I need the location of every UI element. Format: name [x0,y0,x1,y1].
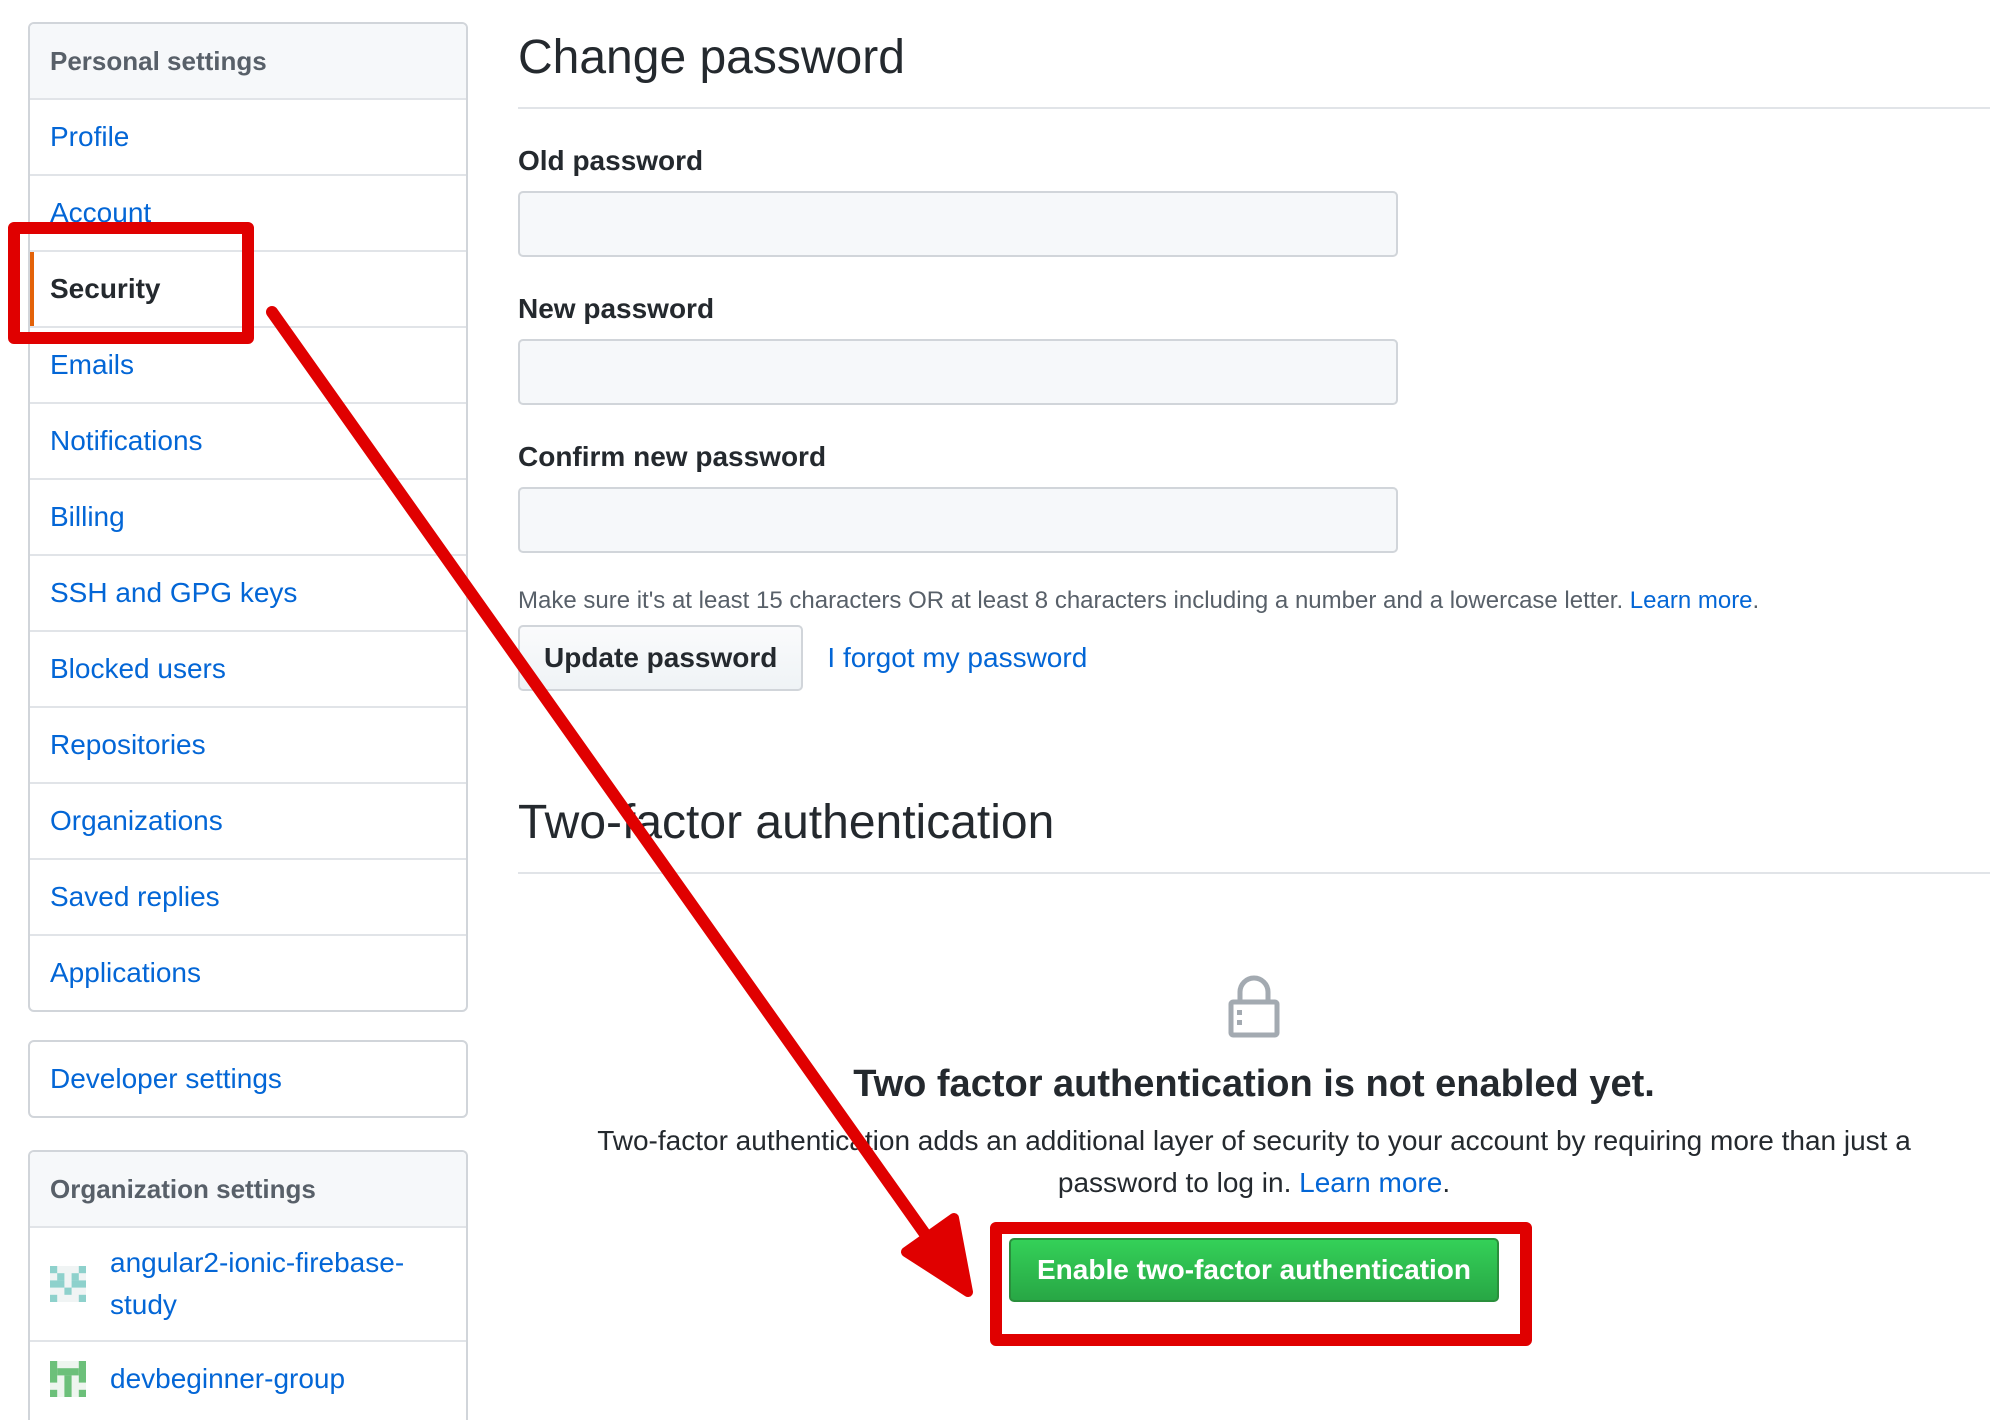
two-factor-title: Two-factor authentication [518,765,1990,874]
sidebar-item-billing[interactable]: Billing [30,480,466,556]
two-factor-blankslate: Two factor authentication is not enabled… [518,974,1990,1302]
old-password-input[interactable] [518,191,1398,257]
old-password-label: Old password [518,145,704,176]
sidebar-item-emails[interactable]: Emails [30,328,466,404]
org-label: devbeginner-group [110,1363,346,1394]
sidebar-item-applications[interactable]: Applications [30,936,466,1010]
password-requirements-note: Make sure it's at least 15 characters OR… [518,587,1990,615]
sidebar-item-account[interactable]: Account [30,176,466,252]
new-password-label: New password [518,293,715,324]
confirm-password-label: Confirm new password [518,441,827,472]
sidebar-item-repositories[interactable]: Repositories [30,708,466,784]
personal-settings-heading: Personal settings [30,24,466,100]
sidebar-item-organizations[interactable]: Organizations [30,784,466,860]
sidebar-item-saved-replies[interactable]: Saved replies [30,860,466,936]
confirm-password-input[interactable] [518,487,1398,553]
org-item-angular2-ionic-firebase-study[interactable]: angular2-ionic-firebase-study [30,1228,466,1342]
sidebar-item-security[interactable]: Security [30,252,466,328]
sidebar-item-profile[interactable]: Profile [30,100,466,176]
enable-two-factor-button[interactable]: Enable two-factor authentication [1008,1238,1500,1302]
org-item-devbeginner-group[interactable]: devbeginner-group [30,1342,466,1416]
password-learn-more-link[interactable]: Learn more [1630,587,1753,614]
org-avatar-identicon [50,1361,86,1397]
sidebar-item-developer-settings[interactable]: Developer settings [30,1042,466,1116]
lock-icon [1228,974,1280,1043]
two-factor-description-text: Two-factor authentication adds an additi… [597,1125,1911,1198]
forgot-password-link[interactable]: I forgot my password [827,642,1087,674]
period: . [1752,587,1760,614]
sidebar-item-ssh-gpg-keys[interactable]: SSH and GPG keys [30,556,466,632]
two-factor-learn-more-link[interactable]: Learn more [1299,1167,1442,1198]
sidebar-item-notifications[interactable]: Notifications [30,404,466,480]
two-factor-status-heading: Two factor authentication is not enabled… [853,1063,1655,1105]
org-avatar-identicon [50,1266,86,1302]
sidebar-item-blocked-users[interactable]: Blocked users [30,632,466,708]
organization-settings-menu: Organization settings angular2-ionic-fir… [28,1150,468,1420]
developer-settings-menu: Developer settings [28,1040,468,1118]
password-actions: Update password I forgot my password [518,625,1990,691]
org-label: angular2-ionic-firebase-study [110,1247,405,1320]
security-settings-main: Change password Old password New passwor… [518,0,1990,1302]
new-password-input[interactable] [518,339,1398,405]
change-password-title: Change password [518,0,1990,109]
password-requirements-text: Make sure it's at least 15 characters OR… [518,587,1624,614]
two-factor-description: Two-factor authentication adds an additi… [589,1120,1919,1204]
update-password-button[interactable]: Update password [518,625,804,691]
period: . [1442,1167,1451,1198]
organization-settings-heading: Organization settings [30,1152,466,1228]
personal-settings-menu: Personal settings Profile Account Securi… [28,22,468,1012]
